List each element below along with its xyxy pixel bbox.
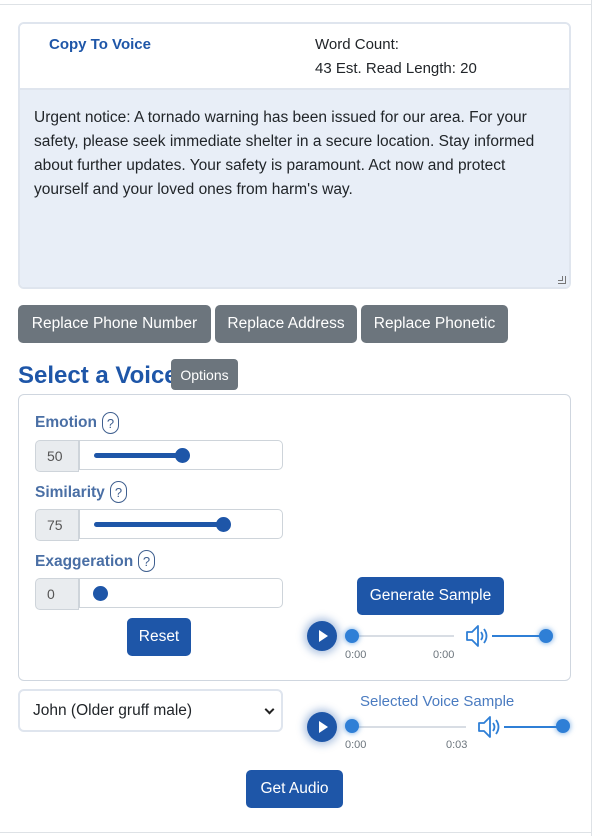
exaggeration-slider-thumb[interactable] <box>93 586 108 601</box>
generate-sample-button[interactable]: Generate Sample <box>357 577 504 615</box>
select-voice-heading: Select a Voice <box>18 362 178 389</box>
get-audio-button[interactable]: Get Audio <box>246 770 343 808</box>
exaggeration-label: Exaggeration <box>35 553 134 570</box>
exaggeration-slider[interactable] <box>79 578 283 608</box>
sample-volume-thumb[interactable] <box>539 629 553 643</box>
bottom-divider <box>0 832 592 833</box>
sample-progress-thumb[interactable] <box>345 629 359 643</box>
voice-select-dropdown[interactable]: John (Older gruff male) <box>18 689 283 732</box>
selected-sample-play-button[interactable] <box>307 712 337 742</box>
options-button[interactable]: Options <box>171 359 238 390</box>
emotion-help-icon[interactable]: ? <box>102 412 119 434</box>
selected-sample-progress-thumb[interactable] <box>345 719 359 733</box>
similarity-help-icon[interactable]: ? <box>110 481 127 503</box>
similarity-value: 75 <box>35 509 79 541</box>
speaker-icon[interactable] <box>476 714 502 740</box>
copy-header: Copy To Voice Word Count: 43 Est. Read L… <box>20 24 569 90</box>
emotion-value: 50 <box>35 440 79 472</box>
copy-textarea[interactable]: Urgent notice: A tornado warning has bee… <box>20 90 569 287</box>
chevron-down-icon <box>264 704 275 715</box>
sample-progress-track[interactable] <box>352 635 454 637</box>
speaker-icon[interactable] <box>464 623 490 649</box>
emotion-slider-track <box>94 453 183 458</box>
similarity-slider-track <box>94 522 223 527</box>
copy-to-voice-title: Copy To Voice <box>49 36 151 53</box>
exaggeration-help-icon[interactable]: ? <box>138 550 155 572</box>
resize-grip-icon[interactable] <box>558 276 566 284</box>
word-count-value: 43 Est. Read Length: 20 <box>315 60 477 77</box>
replace-phonetic-button[interactable]: Replace Phonetic <box>361 305 508 343</box>
replace-address-button[interactable]: Replace Address <box>215 305 357 343</box>
emotion-slider-thumb[interactable] <box>175 448 190 463</box>
similarity-label: Similarity <box>35 484 105 501</box>
sample-play-button[interactable] <box>307 621 337 651</box>
top-divider <box>0 0 592 5</box>
selected-sample-progress-track[interactable] <box>352 726 466 728</box>
similarity-slider-thumb[interactable] <box>216 517 231 532</box>
replace-phone-number-button[interactable]: Replace Phone Number <box>18 305 211 343</box>
emotion-slider[interactable] <box>79 440 283 470</box>
selected-sample-duration: 0:03 <box>446 739 468 751</box>
selected-voice-sample-label: Selected Voice Sample <box>360 693 515 710</box>
sample-duration: 0:00 <box>433 649 455 661</box>
voice-select-value: John (Older gruff male) <box>33 701 193 719</box>
word-count-label: Word Count: <box>315 36 399 53</box>
similarity-slider[interactable] <box>79 509 283 539</box>
selected-sample-volume-thumb[interactable] <box>556 719 570 733</box>
selected-sample-volume-track[interactable] <box>504 726 563 728</box>
exaggeration-value: 0 <box>35 578 79 610</box>
selected-sample-current-time: 0:00 <box>345 739 367 751</box>
sample-volume-track[interactable] <box>492 635 546 637</box>
copy-to-voice-card: Copy To Voice Word Count: 43 Est. Read L… <box>18 22 571 289</box>
sample-current-time: 0:00 <box>345 649 367 661</box>
emotion-label: Emotion <box>35 414 97 431</box>
reset-button[interactable]: Reset <box>127 618 191 656</box>
